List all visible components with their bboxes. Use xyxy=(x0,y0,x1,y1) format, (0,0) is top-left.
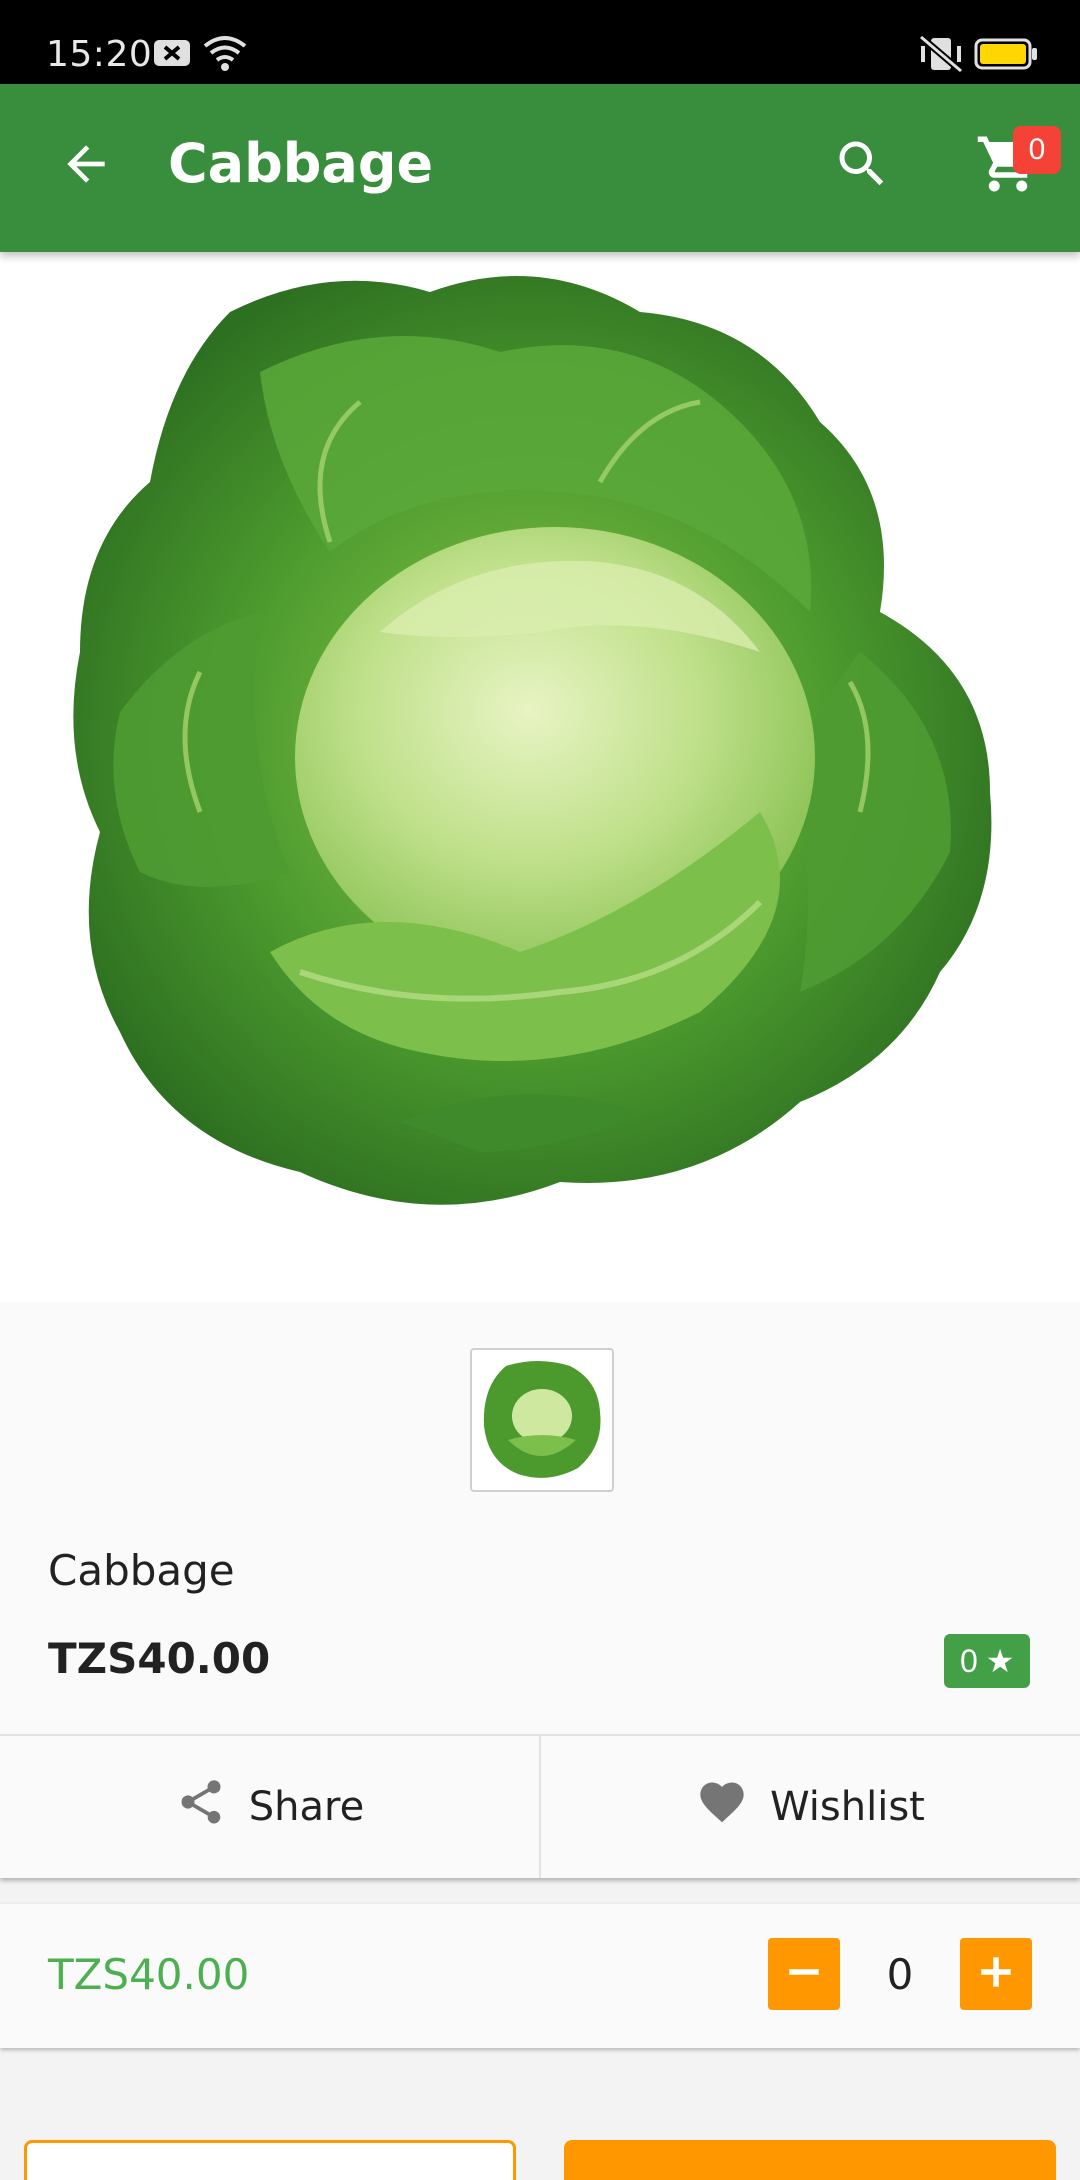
status-bar: 15:20 xyxy=(0,0,1080,84)
increase-quantity-button[interactable] xyxy=(960,1938,1032,2010)
decrease-quantity-button[interactable] xyxy=(768,1938,840,2010)
product-name: Cabbage xyxy=(48,1546,235,1595)
product-image xyxy=(73,276,992,1205)
bottom-actions xyxy=(0,2072,1080,2180)
status-time: 15:20 xyxy=(46,34,153,75)
purchase-row: TZS40.00 0 xyxy=(0,1904,1080,2048)
heart-icon xyxy=(696,1776,748,1838)
wifi-icon xyxy=(202,34,248,77)
battery-icon xyxy=(974,38,1038,75)
minus-icon xyxy=(782,1950,826,1999)
cart-count-badge: 0 xyxy=(1013,126,1061,174)
app-bar: Cabbage xyxy=(0,84,1080,252)
notification-x-icon xyxy=(152,38,192,73)
search-button[interactable] xyxy=(820,124,904,208)
wishlist-button[interactable]: Wishlist xyxy=(539,1736,1080,1878)
quantity-value: 0 xyxy=(886,1950,914,1999)
share-button[interactable]: Share xyxy=(0,1736,539,1878)
thumbnail-image xyxy=(483,1361,601,1478)
rating-badge: 0 ★ xyxy=(944,1634,1031,1688)
plus-icon xyxy=(974,1950,1018,1999)
share-label: Share xyxy=(248,1784,365,1830)
product-price: TZS40.00 xyxy=(48,1634,271,1683)
back-arrow-icon xyxy=(58,136,114,197)
star-icon: ★ xyxy=(985,1643,1015,1679)
rating-value: 0 xyxy=(960,1642,978,1679)
back-button[interactable] xyxy=(44,124,128,208)
buy-now-button[interactable] xyxy=(564,2140,1056,2180)
share-icon xyxy=(175,1776,227,1838)
search-icon xyxy=(832,134,892,199)
add-to-cart-button[interactable] xyxy=(24,2140,516,2180)
purchase-price: TZS40.00 xyxy=(48,1950,250,1999)
product-image-area[interactable] xyxy=(0,252,1080,1302)
product-thumbnail[interactable] xyxy=(470,1348,614,1492)
wishlist-label: Wishlist xyxy=(770,1784,925,1830)
page-title: Cabbage xyxy=(168,132,434,195)
vibrate-icon xyxy=(918,34,964,79)
actions-row: Share Wishlist xyxy=(0,1734,1080,1878)
product-info: Cabbage TZS40.00 0 ★ xyxy=(0,1302,1080,1734)
